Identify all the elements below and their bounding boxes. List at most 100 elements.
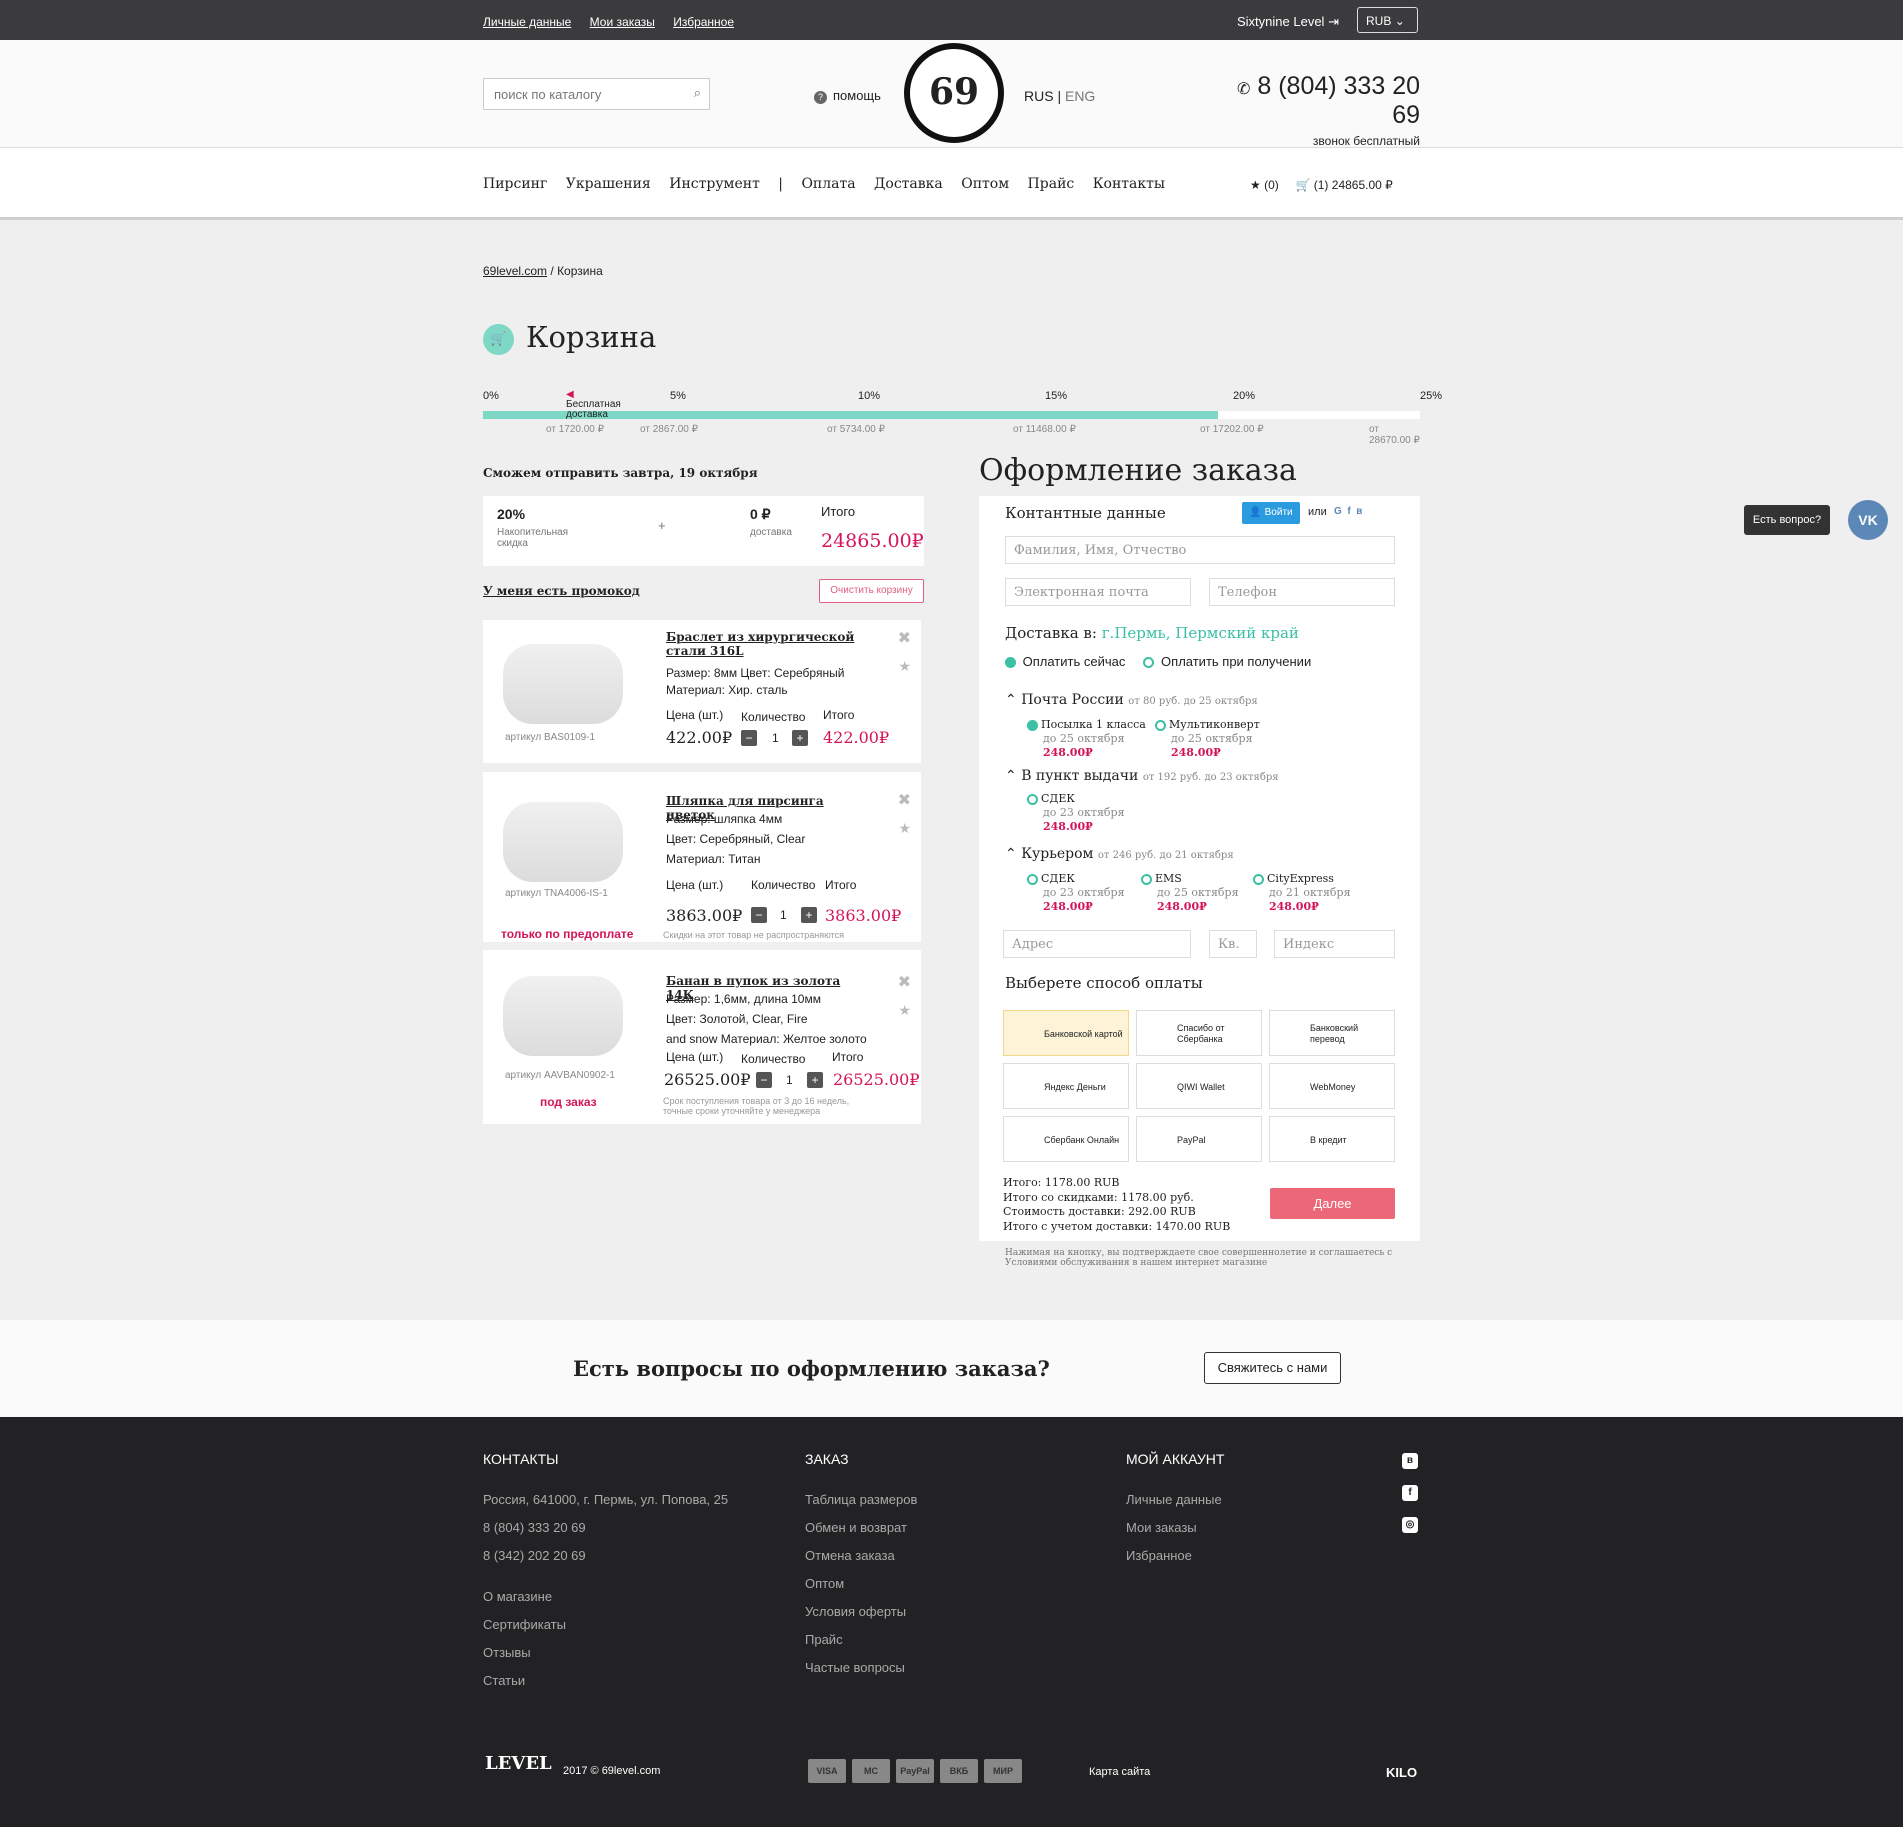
apartment-field[interactable]: Кв. — [1209, 930, 1257, 958]
qty-value[interactable]: 1 — [780, 908, 787, 922]
nav-piercing[interactable]: Пирсинг — [483, 176, 547, 192]
help-link[interactable]: ? помощь — [814, 88, 881, 104]
plus-button[interactable]: + — [792, 730, 808, 746]
link-orders[interactable]: Мои заказы — [590, 15, 655, 29]
phone-field[interactable]: Телефон — [1209, 578, 1395, 606]
delivery-option[interactable]: СДЕК до 23 октября 248.00₽ — [1027, 792, 1125, 834]
method-courier[interactable]: ⌃ Курьером от 246 руб. до 21 октября — [1005, 846, 1234, 862]
footer-phone[interactable]: 8 (804) 333 20 69 — [483, 1520, 728, 1535]
phone-number[interactable]: 8 (804) 333 20 69 — [1257, 72, 1420, 129]
plus-button[interactable]: + — [801, 907, 817, 923]
nav-tools[interactable]: Инструмент — [669, 176, 760, 192]
google-icon[interactable]: G — [1334, 506, 1342, 517]
delivery-option[interactable]: СДЕК до 23 октября 248.00₽ — [1027, 872, 1125, 914]
footer-link[interactable]: Личные данные — [1126, 1492, 1222, 1507]
delivery-option[interactable]: Мультиконверт до 25 октября 248.00₽ — [1155, 718, 1260, 760]
vk-icon[interactable]: в — [1356, 506, 1362, 517]
nav-price[interactable]: Прайс — [1028, 176, 1075, 192]
vk-icon[interactable]: в — [1402, 1453, 1418, 1469]
pay-card[interactable]: Банковской картой — [1003, 1010, 1129, 1056]
search-icon[interactable]: ⌕ — [694, 85, 701, 101]
breadcrumb-home[interactable]: 69level.com — [483, 264, 547, 278]
ask-question-tooltip[interactable]: Есть вопрос? — [1744, 505, 1830, 535]
kilo-logo[interactable]: KILO — [1386, 1765, 1417, 1780]
footer-link[interactable]: Избранное — [1126, 1548, 1222, 1563]
method-pickup[interactable]: ⌃ В пункт выдачи от 192 руб. до 23 октяб… — [1005, 768, 1279, 784]
footer-link[interactable]: Условия оферты — [805, 1604, 917, 1619]
star-icon[interactable]: ★ — [1250, 178, 1261, 192]
favorite-icon[interactable]: ★ — [898, 820, 911, 837]
minus-button[interactable]: − — [756, 1072, 772, 1088]
sitemap-link[interactable]: Карта сайта — [1089, 1766, 1150, 1778]
product-name[interactable]: Браслет из хирургической стали 316L — [666, 630, 871, 658]
logo[interactable]: 69 — [904, 43, 1004, 143]
pay-transfer[interactable]: Банковский перевод — [1269, 1010, 1395, 1056]
minus-button[interactable]: − — [741, 730, 757, 746]
pay-qiwi[interactable]: QIWI Wallet — [1136, 1063, 1262, 1109]
lang-rus[interactable]: RUS — [1024, 88, 1054, 104]
footer-logo[interactable]: LEVEL — [485, 1753, 552, 1774]
next-button[interactable]: Далее — [1270, 1188, 1395, 1219]
footer-link[interactable]: Отмена заказа — [805, 1548, 917, 1563]
product-image[interactable] — [503, 802, 623, 882]
instagram-icon[interactable]: ◎ — [1402, 1517, 1418, 1533]
footer-phone[interactable]: 8 (342) 202 20 69 — [483, 1548, 728, 1563]
user-name[interactable]: Sixtynine Level ⇥ — [1237, 14, 1339, 30]
footer-link[interactable]: О магазине — [483, 1589, 566, 1604]
login-button[interactable]: 👤 Войти — [1242, 502, 1300, 524]
delivery-option[interactable]: Посылка 1 класса до 25 октября 248.00₽ — [1027, 718, 1146, 760]
zip-field[interactable]: Индекс — [1274, 930, 1395, 958]
city-link[interactable]: г.Пермь, Пермский край — [1102, 624, 1299, 642]
address-field[interactable]: Адрес — [1003, 930, 1191, 958]
promo-link[interactable]: У меня есть промокод — [483, 584, 640, 598]
pay-later-radio[interactable]: Оплатить при получении — [1143, 654, 1311, 669]
favorite-icon[interactable]: ★ — [898, 658, 911, 675]
product-image[interactable] — [503, 976, 623, 1056]
footer-link[interactable]: Частые вопросы — [805, 1660, 917, 1675]
favorite-icon[interactable]: ★ — [898, 1002, 911, 1019]
delivery-option[interactable]: CityExpress до 21 октября 248.00₽ — [1253, 872, 1351, 914]
name-field[interactable]: Фамилия, Имя, Отчество — [1005, 536, 1395, 564]
nav-delivery[interactable]: Доставка — [874, 176, 943, 192]
footer-link[interactable]: Мои заказы — [1126, 1520, 1222, 1535]
remove-icon[interactable]: ✖ — [898, 628, 911, 648]
clear-cart-button[interactable]: Очистить корзину — [819, 579, 924, 603]
cart-icon[interactable]: 🛒 — [1295, 178, 1310, 192]
vk-chat-icon[interactable]: VK — [1848, 500, 1888, 540]
link-personal[interactable]: Личные данные — [483, 15, 571, 29]
nav-wholesale[interactable]: Оптом — [961, 176, 1009, 192]
email-field[interactable]: Электронная почта — [1005, 578, 1191, 606]
facebook-icon[interactable]: f — [1402, 1485, 1418, 1501]
remove-icon[interactable]: ✖ — [898, 972, 911, 992]
contact-us-button[interactable]: Свяжитесь с нами — [1204, 1352, 1341, 1384]
footer-link[interactable]: Прайс — [805, 1632, 917, 1647]
plus-button[interactable]: + — [807, 1072, 823, 1088]
pay-paypal[interactable]: PayPal — [1136, 1116, 1262, 1162]
link-favorites[interactable]: Избранное — [673, 15, 734, 29]
footer-link[interactable]: Статьи — [483, 1673, 566, 1688]
qty-value[interactable]: 1 — [772, 731, 779, 745]
lang-eng[interactable]: ENG — [1065, 88, 1095, 104]
remove-icon[interactable]: ✖ — [898, 790, 911, 810]
product-image[interactable] — [503, 644, 623, 724]
pay-spasibo[interactable]: Спасибо от Сбербанка — [1136, 1010, 1262, 1056]
footer-link[interactable]: Таблица размеров — [805, 1492, 917, 1507]
favorites-count[interactable]: (0) — [1264, 178, 1279, 192]
method-post[interactable]: ⌃ Почта России от 80 руб. до 25 октября — [1005, 692, 1258, 708]
nav-payment[interactable]: Оплата — [801, 176, 855, 192]
footer-link[interactable]: Оптом — [805, 1576, 917, 1591]
footer-link[interactable]: Сертификаты — [483, 1617, 566, 1632]
facebook-icon[interactable]: f — [1347, 506, 1350, 517]
pay-yandex[interactable]: Яндекс Деньги — [1003, 1063, 1129, 1109]
delivery-option[interactable]: EMS до 25 октября 248.00₽ — [1141, 872, 1239, 914]
currency-select[interactable]: RUB ⌄ — [1357, 7, 1418, 33]
pay-sberbank[interactable]: Сбербанк Онлайн — [1003, 1116, 1129, 1162]
footer-link[interactable]: Обмен и возврат — [805, 1520, 917, 1535]
cart-total[interactable]: 24865.00 ₽ — [1332, 178, 1393, 192]
qty-value[interactable]: 1 — [786, 1073, 793, 1087]
minus-button[interactable]: − — [751, 907, 767, 923]
nav-contacts[interactable]: Контакты — [1093, 176, 1165, 192]
cart-count[interactable]: (1) — [1314, 178, 1329, 192]
logout-icon[interactable]: ⇥ — [1328, 14, 1339, 29]
pay-webmoney[interactable]: WebMoney — [1269, 1063, 1395, 1109]
